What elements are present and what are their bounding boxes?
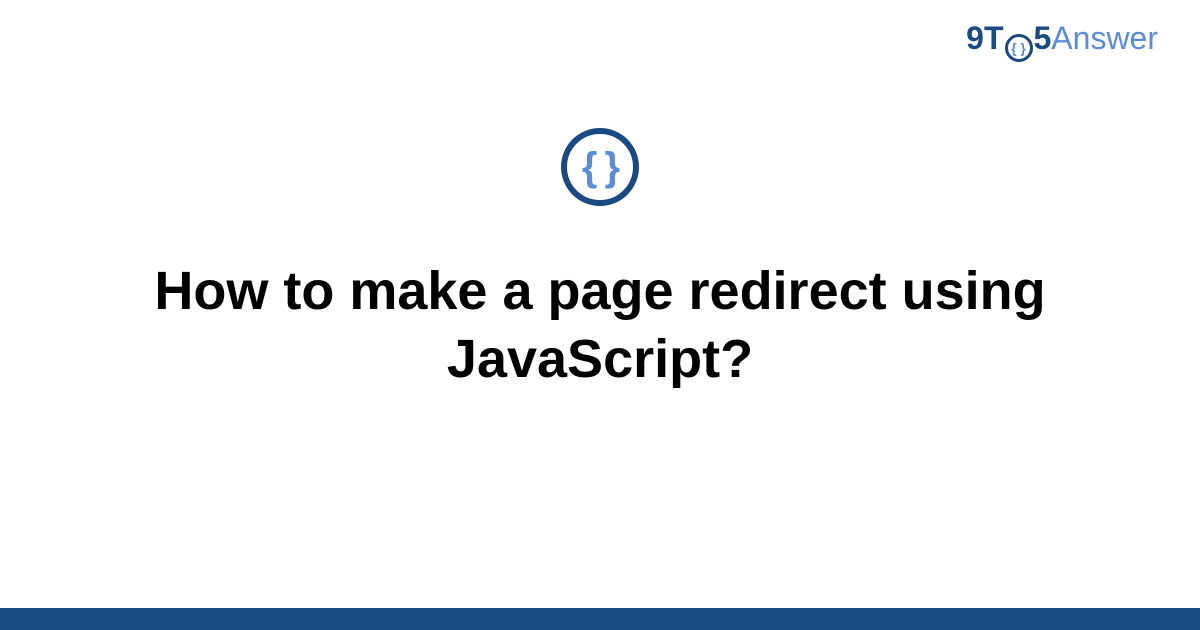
logo-text-answer: Answer — [1051, 20, 1158, 57]
logo-circle-glyph: { } — [1011, 41, 1026, 55]
site-logo: 9T { } 5 Answer — [966, 20, 1158, 58]
footer-bar — [0, 608, 1200, 630]
logo-text-5: 5 — [1034, 20, 1052, 57]
topic-badge: { } — [561, 128, 639, 206]
logo-text-9t: 9T — [966, 20, 1003, 57]
page-title: How to make a page redirect using JavaSc… — [80, 258, 1120, 393]
content-block: { } How to make a page redirect using Ja… — [0, 128, 1200, 393]
logo-circle-icon: { } — [1005, 34, 1033, 62]
code-braces-icon: { } — [582, 147, 618, 187]
